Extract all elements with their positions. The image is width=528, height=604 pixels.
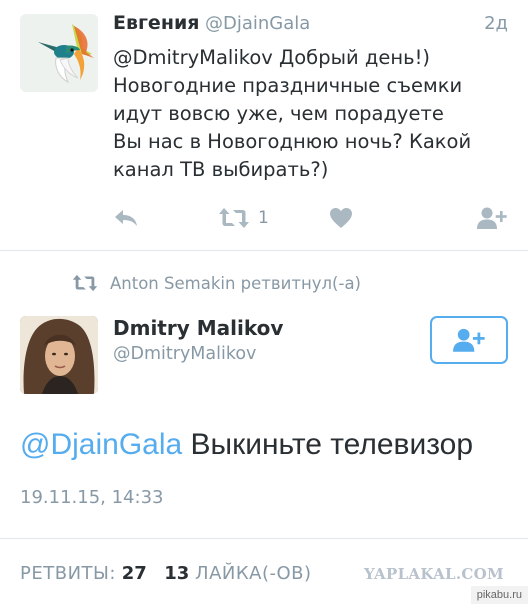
follow-icon: [477, 207, 507, 229]
tweet-text: @DjainGala Выкиньте телевизор: [20, 428, 473, 462]
retweet-icon: [219, 208, 249, 228]
author-name[interactable]: Евгения: [113, 12, 199, 34]
author-handle[interactable]: @DmitryMalikov: [113, 344, 256, 364]
retweet-banner[interactable]: Anton Semakin ретвитнул(-а): [72, 270, 361, 296]
reply-button[interactable]: [113, 200, 139, 236]
tweet-body: Выкиньте телевизор: [182, 428, 474, 461]
tweet-text-line: Новогодние праздничные съемки: [113, 74, 463, 97]
likes-count[interactable]: 13: [164, 563, 189, 584]
likes-label: ЛАЙКА(-ОВ): [195, 563, 312, 584]
follow-button[interactable]: [476, 200, 508, 236]
reply-icon: [115, 210, 137, 226]
retweet-count: 1: [258, 208, 269, 228]
tweet-text-line: идут вовсю уже, чем порадуете: [113, 102, 444, 125]
tweet-text: @DmitryMalikov Добрый день!) Новогодние …: [113, 44, 518, 184]
tweet-date: 19.11.15, 14:33: [20, 487, 164, 508]
retweets-label: РЕТВИТЫ:: [20, 563, 116, 584]
retweets-count[interactable]: 27: [122, 563, 147, 584]
author-name[interactable]: Dmitry Malikov: [113, 316, 283, 340]
site-watermark: YAPLAKAL.COM: [364, 565, 504, 583]
retweet-button[interactable]: 1: [218, 200, 269, 236]
divider: [0, 538, 528, 539]
hummingbird-avatar-image: [20, 14, 98, 92]
mention-link[interactable]: @DjainGala: [20, 428, 182, 461]
profile-photo: [20, 316, 98, 394]
tweet-text-line: канал ТВ выбирать?): [113, 158, 329, 181]
divider: [0, 250, 528, 251]
like-button[interactable]: [329, 200, 353, 236]
corner-watermark: pikabu.ru: [470, 586, 528, 604]
avatar[interactable]: [20, 316, 98, 394]
retweet-icon: [72, 274, 98, 292]
tweet-time: 2д: [484, 13, 508, 34]
retweet-banner-text: Anton Semakin ретвитнул(-а): [110, 273, 361, 293]
tweet-text-line: Вы нас в Новогоднюю ночь? Какой: [113, 130, 472, 153]
tweet-text-line: @DmitryMalikov Добрый день!): [113, 46, 430, 69]
tweet-actions: 1: [0, 200, 528, 236]
avatar[interactable]: [20, 14, 98, 92]
tweet-stats: РЕТВИТЫ: 27 13 ЛАЙКА(-ОВ): [20, 563, 312, 584]
follow-button[interactable]: [430, 316, 508, 364]
heart-icon: [330, 208, 352, 228]
follow-icon: [453, 328, 485, 352]
author-handle[interactable]: @DjainGala: [205, 13, 310, 34]
tweet-reply: Евгения @DjainGala 2д @DmitryMalikov Доб…: [0, 0, 528, 250]
